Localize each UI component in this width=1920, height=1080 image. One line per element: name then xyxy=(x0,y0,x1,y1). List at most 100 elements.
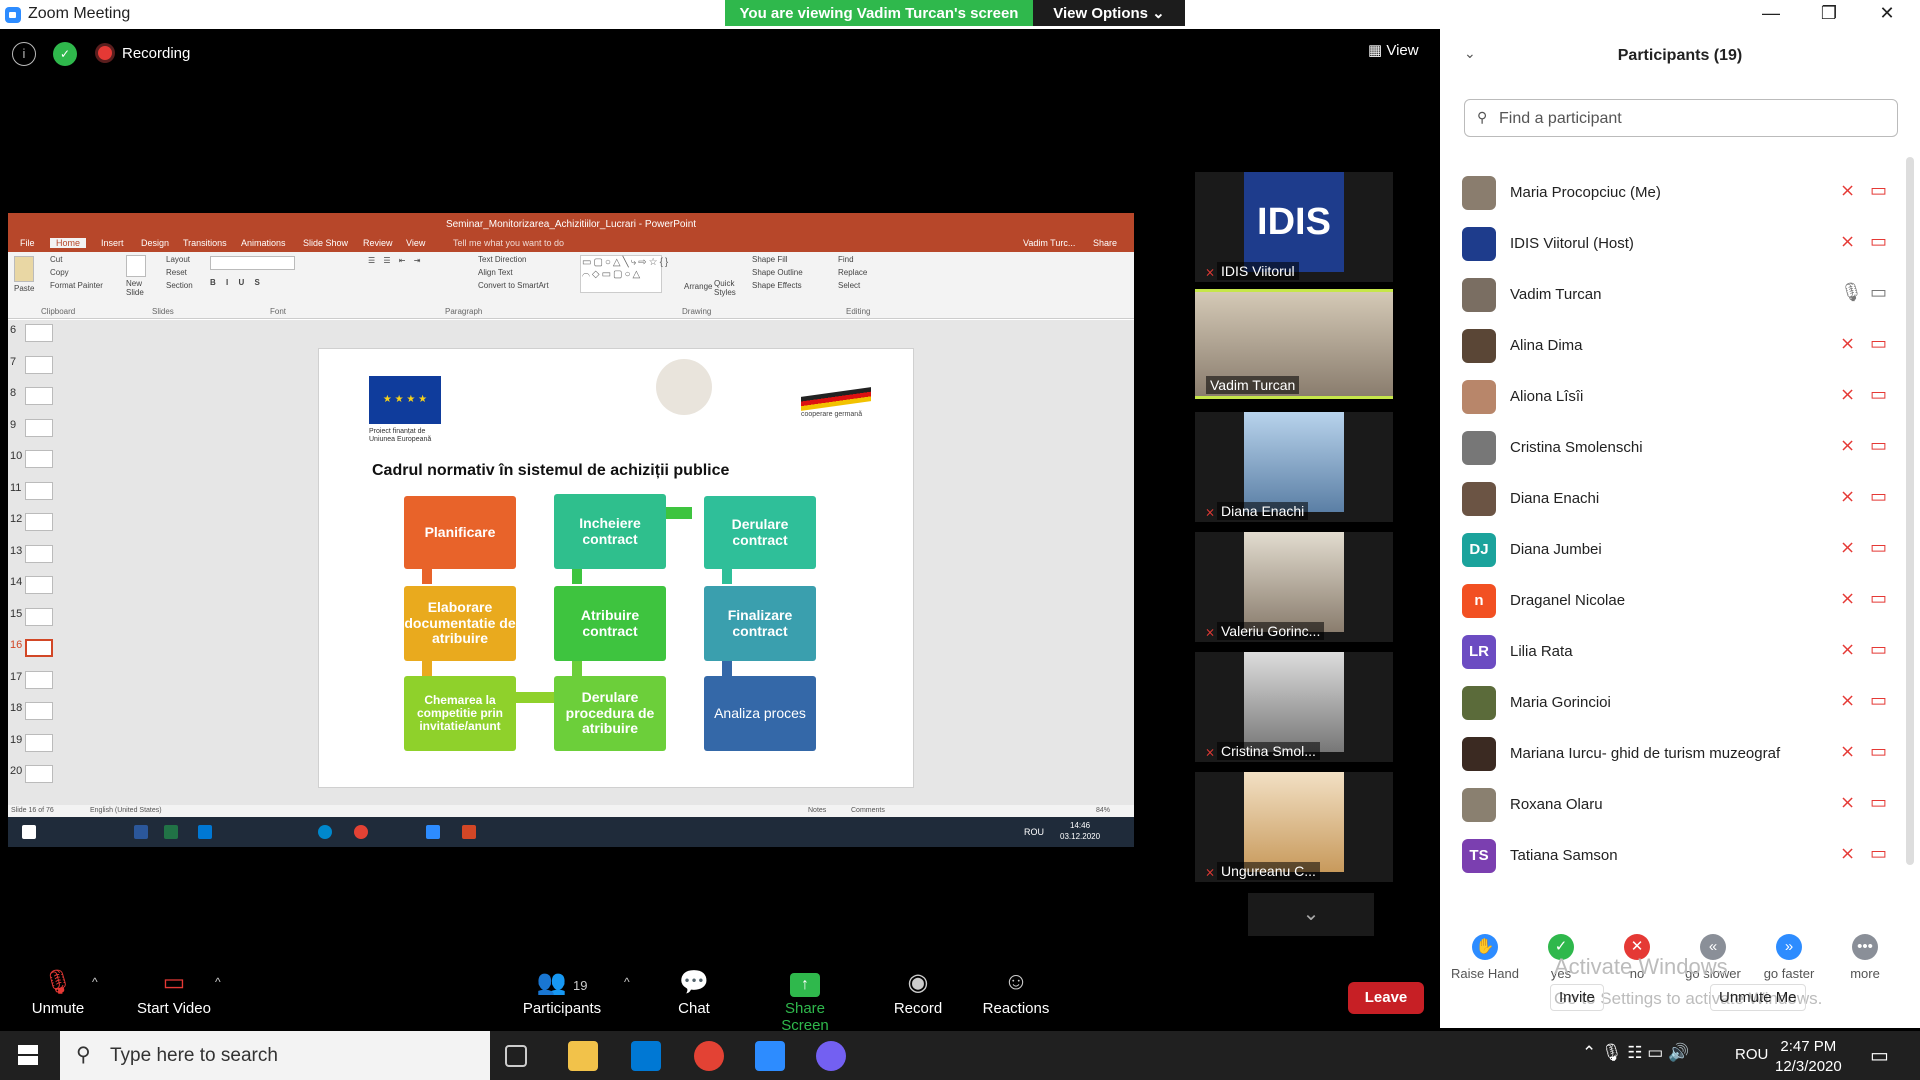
video-tile-active-speaker[interactable]: Vadim Turcan xyxy=(1195,289,1393,399)
cut-button[interactable]: Cut xyxy=(50,255,62,264)
slide-thumbnail[interactable] xyxy=(25,544,53,563)
shape-fill-button[interactable]: Shape Fill xyxy=(752,255,788,264)
unmute-button[interactable]: 🎙 Unmute xyxy=(26,968,90,1017)
file-explorer-icon[interactable] xyxy=(568,1041,598,1071)
shield-icon[interactable]: ✓ xyxy=(53,42,77,66)
font-format-buttons[interactable]: B I U S xyxy=(210,278,264,287)
unmute-me-button[interactable]: Unmute Me xyxy=(1710,984,1806,1011)
chat-button[interactable]: 💬 Chat xyxy=(672,968,716,1017)
layout-button[interactable]: Layout xyxy=(166,255,190,264)
os-clock[interactable]: 14:46 03.12.2020 xyxy=(1060,820,1100,842)
convert-smartart-button[interactable]: Convert to SmartArt xyxy=(478,281,549,290)
video-tile[interactable]: ⨯ Diana Enachi xyxy=(1195,412,1393,522)
tab-review[interactable]: Review xyxy=(363,238,393,248)
input-language[interactable]: ROU xyxy=(1735,1046,1768,1063)
slide-thumbnail[interactable] xyxy=(25,702,53,720)
participant-row[interactable]: Aliona Lîsîi ⨯ ▭ xyxy=(1440,372,1920,423)
telegram-icon[interactable] xyxy=(318,825,332,839)
tab-animations[interactable]: Animations xyxy=(241,238,286,248)
paste-icon[interactable] xyxy=(14,256,34,282)
participant-row[interactable]: IDIS Viitorul (Host) ⨯ ▭ xyxy=(1440,219,1920,270)
tab-slide-show[interactable]: Slide Show xyxy=(303,238,348,248)
record-button[interactable]: ◉ Record xyxy=(892,968,944,1017)
participant-list-scrollbar[interactable] xyxy=(1906,157,1914,865)
notifications-icon[interactable]: ▭ xyxy=(1870,1043,1889,1068)
slide-thumbnail[interactable] xyxy=(25,513,53,531)
windows-start-icon[interactable] xyxy=(22,825,36,839)
scroll-down-button[interactable]: ⌄ xyxy=(1248,893,1374,936)
excel-icon[interactable] xyxy=(164,825,178,839)
shape-effects-button[interactable]: Shape Effects xyxy=(752,281,802,290)
shape-outline-button[interactable]: Shape Outline xyxy=(752,268,803,277)
windows-start-icon[interactable] xyxy=(18,1045,38,1065)
slide-thumbnail[interactable] xyxy=(25,324,53,342)
powerpoint-user[interactable]: Vadim Turc... xyxy=(1023,238,1075,248)
participant-row[interactable]: Mariana Iurcu- ghid de turism muzeograf ⨯… xyxy=(1440,729,1920,780)
video-tile[interactable]: ⨯ Ungureanu C... xyxy=(1195,772,1393,882)
new-slide-icon[interactable] xyxy=(126,255,146,277)
tab-file[interactable]: File xyxy=(20,238,35,248)
system-clock[interactable]: 2:47 PM 12/3/2020 xyxy=(1775,1037,1842,1077)
video-tile[interactable]: ⨯ Cristina Smol... xyxy=(1195,652,1393,762)
tab-design[interactable]: Design xyxy=(141,238,169,248)
participant-row[interactable]: Diana Enachi ⨯ ▭ xyxy=(1440,474,1920,525)
participant-row[interactable]: DJ Diana Jumbei ⨯ ▭ xyxy=(1440,525,1920,576)
quick-styles-button[interactable]: Quick Styles xyxy=(714,279,738,298)
reset-button[interactable]: Reset xyxy=(166,268,187,277)
leave-button[interactable]: Leave xyxy=(1348,982,1424,1014)
powerpoint-icon[interactable] xyxy=(462,825,476,839)
arrange-button[interactable]: Arrange xyxy=(684,282,712,291)
tell-me-search[interactable]: Tell me what you want to do xyxy=(453,238,564,248)
replace-button[interactable]: Replace xyxy=(838,268,867,277)
reaction-button[interactable]: ✋ Raise Hand xyxy=(1450,934,1520,981)
os-language[interactable]: ROU xyxy=(1024,827,1044,837)
language-status[interactable]: English (United States) xyxy=(90,807,162,814)
slide-thumbnail[interactable] xyxy=(25,450,53,468)
outlook-icon[interactable] xyxy=(198,825,212,839)
close-icon[interactable]: ✕ xyxy=(1858,0,1916,29)
text-direction-button[interactable]: Text Direction xyxy=(478,255,526,264)
word-icon[interactable] xyxy=(134,825,148,839)
info-icon[interactable]: i xyxy=(12,42,36,66)
slide-thumbnail[interactable] xyxy=(25,670,53,689)
format-painter-button[interactable]: Format Painter xyxy=(50,281,103,290)
slide-thumbnail[interactable] xyxy=(25,355,53,374)
restore-icon[interactable]: ❐ xyxy=(1800,0,1858,29)
zoom-icon[interactable] xyxy=(755,1041,785,1071)
participant-row[interactable]: Vadim Turcan 🎙 ▭ xyxy=(1440,270,1920,321)
new-slide-label[interactable]: New Slide xyxy=(126,279,150,298)
chrome-icon[interactable] xyxy=(694,1041,724,1071)
font-family-select[interactable] xyxy=(210,256,295,270)
zoom-level[interactable]: 84% xyxy=(1096,807,1110,814)
viber-icon[interactable] xyxy=(816,1041,846,1071)
slide-thumbnail[interactable] xyxy=(25,607,53,626)
select-button[interactable]: Select xyxy=(838,281,860,290)
participant-row[interactable]: Cristina Smolenschi ⨯ ▭ xyxy=(1440,423,1920,474)
list-buttons[interactable]: ☰ ☰ ⇤ ⇥ xyxy=(368,256,423,265)
participant-row[interactable]: LR Lilia Rata ⨯ ▭ xyxy=(1440,627,1920,678)
section-button[interactable]: Section xyxy=(166,281,193,290)
find-button[interactable]: Find xyxy=(838,255,854,264)
tab-view[interactable]: View xyxy=(406,238,425,248)
share-link[interactable]: Share xyxy=(1093,238,1117,248)
participant-row[interactable]: Maria Gorincioi ⨯ ▭ xyxy=(1440,678,1920,729)
video-tile[interactable]: ⨯ Valeriu Gorinc... xyxy=(1195,532,1393,642)
shapes-gallery[interactable]: ▭▢○△╲⤷⇨☆{}⌒◇▭▢○△ xyxy=(580,255,668,293)
notes-button[interactable]: Notes xyxy=(808,807,826,814)
minimize-icon[interactable]: — xyxy=(1742,0,1800,29)
reactions-button[interactable]: ☺ Reactions xyxy=(980,968,1052,1017)
view-button[interactable]: ▦ View xyxy=(1368,41,1419,59)
slide-thumbnail[interactable] xyxy=(25,387,53,405)
taskbar-search-input[interactable]: ⚲ Type here to search xyxy=(60,1031,490,1080)
participants-options-caret[interactable]: ^ xyxy=(624,975,630,989)
participants-button[interactable]: 👥 19 Participants xyxy=(520,968,604,1017)
start-video-button[interactable]: ▭ Start Video xyxy=(134,968,214,1017)
align-text-button[interactable]: Align Text xyxy=(478,268,513,277)
slide-thumbnail[interactable] xyxy=(25,733,53,752)
tab-transitions[interactable]: Transitions xyxy=(183,238,227,248)
task-view-icon[interactable] xyxy=(505,1045,527,1067)
view-options-button[interactable]: View Options ⌄ xyxy=(1033,0,1185,26)
participant-row[interactable]: TS Tatiana Samson ⨯ ▭ xyxy=(1440,831,1920,882)
chrome-icon[interactable] xyxy=(354,825,368,839)
slide-thumbnail[interactable] xyxy=(25,765,53,783)
